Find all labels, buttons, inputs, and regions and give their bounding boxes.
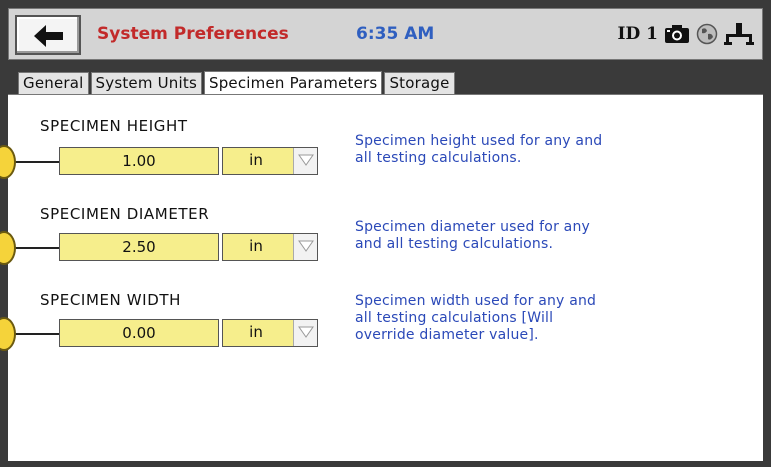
- dropdown-button[interactable]: [293, 320, 317, 346]
- dropdown-button[interactable]: [293, 148, 317, 174]
- page-title: System Preferences: [97, 24, 289, 44]
- tab-storage[interactable]: Storage: [384, 72, 455, 94]
- tab-system-units[interactable]: System Units: [90, 72, 202, 94]
- tab-general[interactable]: General: [18, 72, 89, 94]
- chevron-down-icon: [298, 240, 314, 252]
- specimen-width-description: Specimen width used for any and all test…: [355, 293, 597, 343]
- unit-value: in: [249, 237, 263, 255]
- specimen-height-unit-select[interactable]: in: [222, 147, 318, 175]
- dropdown-button[interactable]: [293, 234, 317, 260]
- title-bar: System Preferences 6:35 AM ID 1: [8, 8, 763, 60]
- clock: 6:35 AM: [356, 24, 435, 44]
- unit-value: in: [249, 323, 263, 341]
- specimen-height-description: Specimen height used for any and all tes…: [355, 133, 603, 166]
- specimen-height-label: SPECIMEN HEIGHT: [40, 117, 188, 135]
- specimen-width-unit-select[interactable]: in: [222, 319, 318, 347]
- camera-icon[interactable]: [664, 24, 690, 44]
- callout-marker: [0, 231, 16, 265]
- globe-icon[interactable]: [696, 23, 718, 45]
- specimen-width-input[interactable]: 0.00: [59, 319, 219, 347]
- callout-marker: [0, 317, 16, 351]
- back-button[interactable]: [15, 15, 81, 55]
- status-area: ID 1: [618, 21, 754, 47]
- specimen-diameter-description: Specimen diameter used for any and all t…: [355, 219, 591, 252]
- tab-specimen-parameters[interactable]: Specimen Parameters: [203, 71, 383, 95]
- chevron-down-icon: [298, 326, 314, 338]
- chevron-down-icon: [298, 154, 314, 166]
- specimen-diameter-input[interactable]: 2.50: [59, 233, 219, 261]
- specimen-parameters-panel: SPECIMEN HEIGHT 1.00 in Specimen height …: [0, 94, 763, 461]
- specimen-diameter-unit-select[interactable]: in: [222, 233, 318, 261]
- specimen-diameter-label: SPECIMEN DIAMETER: [40, 205, 210, 223]
- back-arrow-icon: [34, 25, 63, 47]
- specimen-height-input[interactable]: 1.00: [59, 147, 219, 175]
- device-id: ID 1: [617, 24, 658, 44]
- specimen-width-label: SPECIMEN WIDTH: [40, 291, 181, 309]
- network-icon[interactable]: [724, 22, 754, 46]
- tab-bar: General System Units Specimen Parameters…: [18, 70, 457, 95]
- unit-value: in: [249, 151, 263, 169]
- callout-marker: [0, 145, 16, 179]
